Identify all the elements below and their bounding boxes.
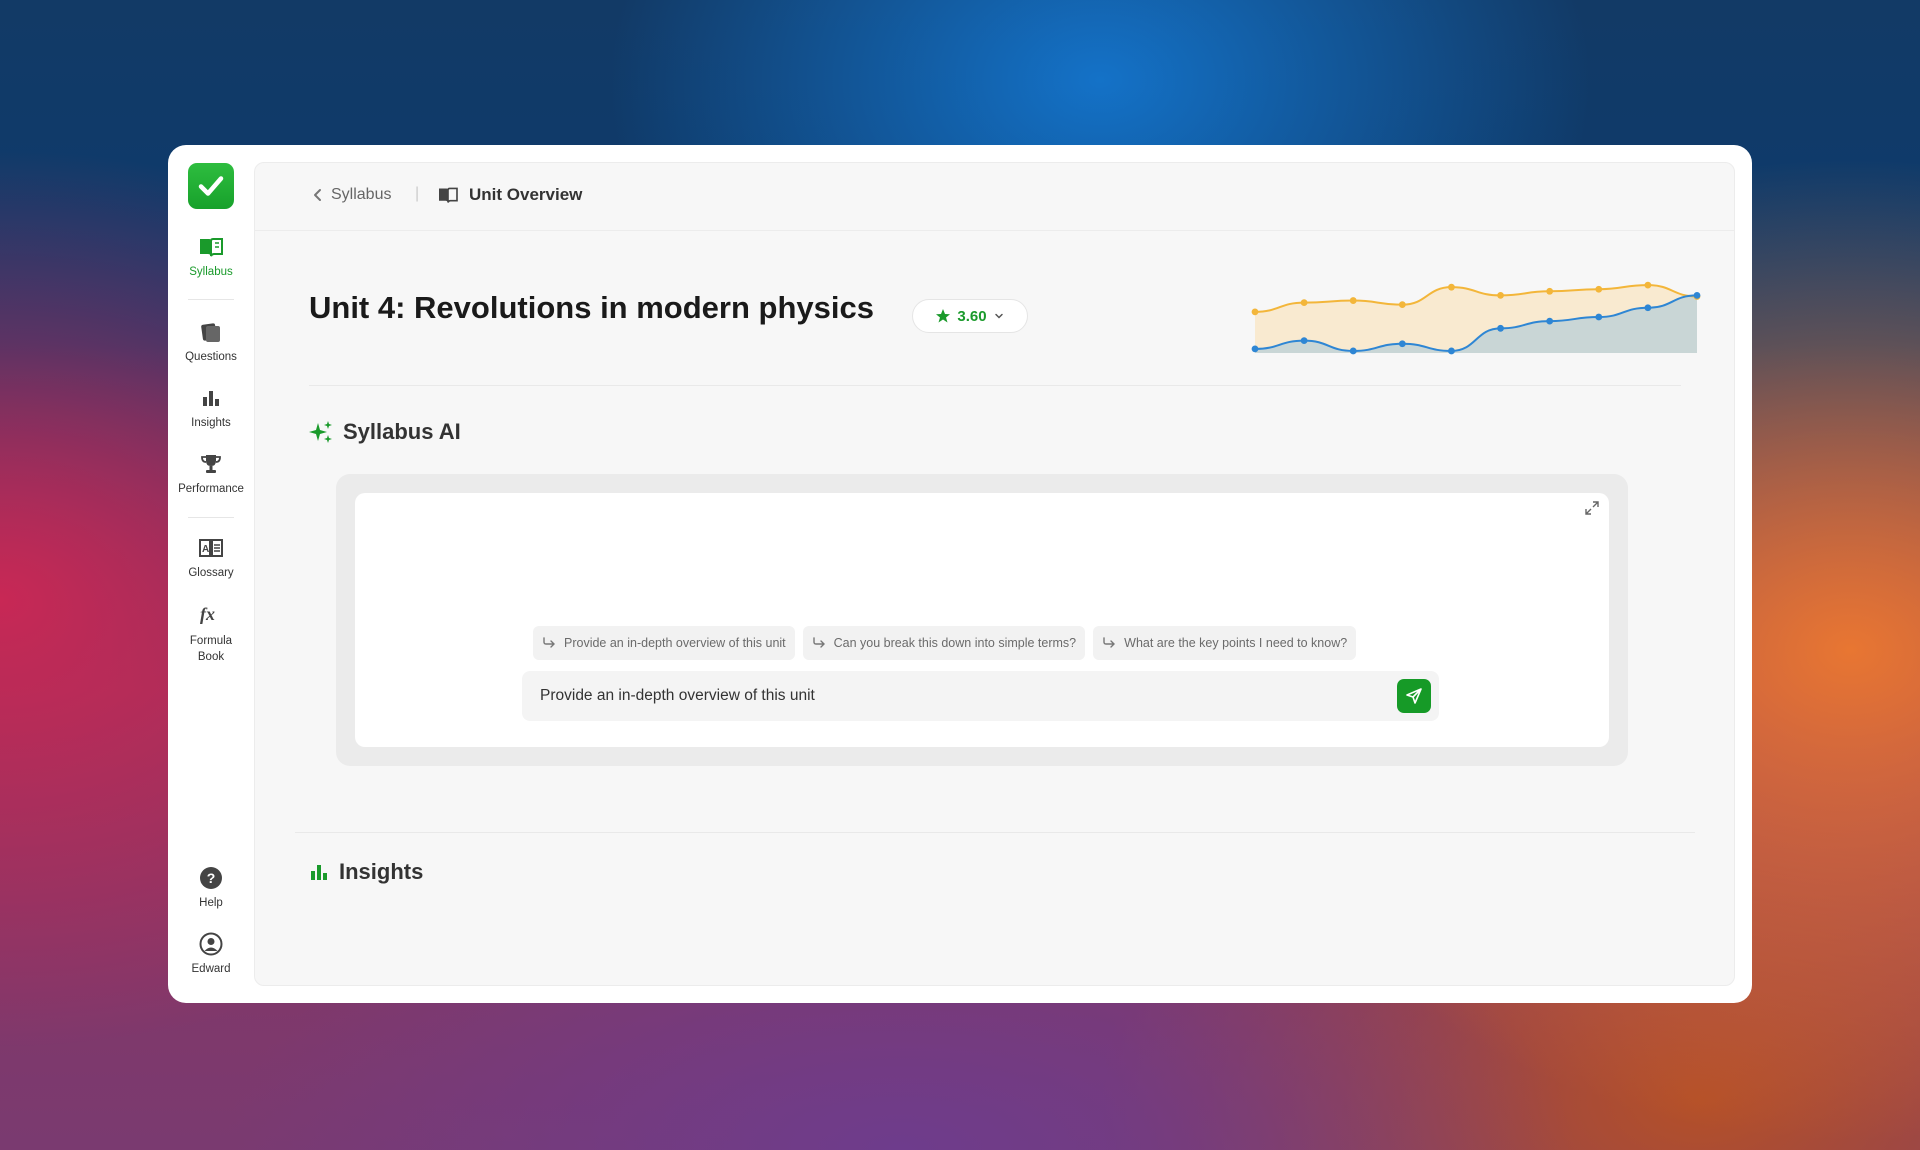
book-open-icon bbox=[439, 187, 458, 203]
data-point bbox=[1546, 287, 1554, 295]
sidebar-item-label: Edward bbox=[191, 963, 231, 975]
suggestion-chip[interactable]: Can you break this down into simple term… bbox=[802, 626, 1086, 660]
bar-chart-icon bbox=[311, 865, 327, 880]
svg-text:fx: fx bbox=[200, 604, 215, 624]
reply-arrow-icon bbox=[543, 637, 555, 648]
divider bbox=[188, 517, 234, 518]
page-title: Unit 4: Revolutions in modern physics bbox=[309, 290, 874, 325]
sidebar-item-performance[interactable]: Performance bbox=[168, 451, 254, 495]
chevron-down-icon bbox=[994, 313, 1003, 319]
sidebar-item-label: Help bbox=[199, 897, 223, 909]
expand-button[interactable] bbox=[1585, 501, 1599, 520]
syllabus-ai-heading: Syllabus AI bbox=[309, 419, 461, 445]
divider bbox=[295, 832, 1695, 833]
sidebar-item-profile[interactable]: Edward bbox=[168, 931, 254, 975]
cards-icon bbox=[168, 319, 254, 345]
sidebar-item-label: Glossary bbox=[188, 567, 234, 579]
divider bbox=[309, 385, 1681, 386]
user-icon bbox=[168, 931, 254, 957]
rating-value: 3.60 bbox=[957, 307, 987, 325]
sparkles-icon bbox=[309, 421, 332, 443]
insights-heading: Insights bbox=[309, 859, 423, 885]
ai-chat-container: Provide an in-depth overview of this uni… bbox=[336, 474, 1628, 766]
ai-prompt-input[interactable] bbox=[522, 671, 1372, 721]
breadcrumb-separator: | bbox=[415, 185, 420, 202]
suggestion-chip[interactable]: What are the key points I need to know? bbox=[1093, 626, 1357, 660]
breadcrumb-back-link[interactable]: Syllabus bbox=[313, 186, 391, 204]
data-point bbox=[1448, 347, 1455, 355]
data-point bbox=[1644, 304, 1652, 312]
help-icon: ? bbox=[168, 865, 254, 891]
sidebar-item-label: Performance bbox=[178, 483, 244, 495]
main-panel: Syllabus | Unit Overview Unit 4: Revolut… bbox=[254, 162, 1735, 986]
breadcrumb-current: Unit Overview bbox=[437, 185, 582, 205]
breadcrumb-back-label: Syllabus bbox=[331, 186, 392, 203]
breadcrumb: Syllabus | Unit Overview bbox=[255, 163, 1734, 231]
data-point bbox=[1300, 299, 1308, 306]
data-point bbox=[1251, 345, 1259, 353]
sidebar-item-glossary[interactable]: A Glossary bbox=[168, 535, 254, 579]
dictionary-icon: A bbox=[168, 535, 254, 561]
book-open-icon bbox=[168, 234, 254, 260]
insights-title: Insights bbox=[339, 859, 424, 884]
data-point bbox=[1546, 317, 1554, 325]
syllabus-ai-title: Syllabus AI bbox=[343, 419, 461, 444]
fx-icon: fx bbox=[168, 601, 254, 627]
svg-text:A: A bbox=[202, 544, 209, 555]
data-point bbox=[1497, 292, 1504, 299]
suggestion-label: Can you break this down into simple term… bbox=[833, 636, 1077, 650]
suggestion-label: Provide an in-depth overview of this uni… bbox=[564, 636, 786, 650]
suggestion-label: What are the key points I need to know? bbox=[1124, 636, 1348, 650]
send-icon bbox=[1406, 688, 1422, 704]
ai-chat-panel: Provide an in-depth overview of this uni… bbox=[355, 493, 1609, 747]
data-point bbox=[1398, 301, 1406, 309]
data-point bbox=[1595, 285, 1603, 293]
bar-chart-icon bbox=[168, 385, 254, 411]
trophy-icon bbox=[168, 451, 254, 477]
progress-sparkline-chart bbox=[1251, 281, 1701, 355]
data-point bbox=[1300, 337, 1308, 345]
data-point bbox=[1595, 313, 1603, 321]
app-window: Syllabus Questions Insights Performance … bbox=[168, 145, 1752, 1003]
sidebar-item-insights[interactable]: Insights bbox=[168, 385, 254, 429]
data-point bbox=[1644, 281, 1652, 289]
data-point bbox=[1349, 297, 1357, 304]
data-point bbox=[1448, 283, 1455, 291]
sidebar: Syllabus Questions Insights Performance … bbox=[168, 145, 254, 1003]
sidebar-item-label: Syllabus bbox=[189, 266, 233, 278]
sidebar-item-questions[interactable]: Questions bbox=[168, 319, 254, 363]
send-button[interactable] bbox=[1397, 679, 1431, 713]
data-point bbox=[1349, 347, 1357, 355]
data-point bbox=[1497, 324, 1504, 332]
suggestion-chip[interactable]: Provide an in-depth overview of this uni… bbox=[533, 626, 795, 660]
chevron-left-icon bbox=[314, 189, 321, 201]
reply-arrow-icon bbox=[1103, 637, 1116, 648]
divider bbox=[188, 299, 234, 300]
app-logo[interactable] bbox=[188, 163, 234, 209]
data-point bbox=[1251, 308, 1259, 316]
checkmark-icon bbox=[198, 176, 224, 196]
ai-input-box bbox=[522, 671, 1439, 721]
sidebar-item-label: Formula Book bbox=[189, 635, 233, 663]
sidebar-item-label: Questions bbox=[185, 351, 237, 363]
breadcrumb-current-label: Unit Overview bbox=[469, 185, 583, 204]
sidebar-item-label: Insights bbox=[191, 417, 231, 429]
reply-arrow-icon bbox=[812, 637, 825, 648]
sidebar-item-syllabus[interactable]: Syllabus bbox=[168, 234, 254, 278]
expand-icon bbox=[1585, 501, 1599, 515]
sidebar-item-help[interactable]: ? Help bbox=[168, 865, 254, 909]
rating-dropdown[interactable]: 3.60 bbox=[912, 299, 1028, 333]
data-point bbox=[1693, 292, 1701, 299]
star-icon bbox=[936, 309, 951, 323]
sidebar-item-formula-book[interactable]: fx Formula Book bbox=[168, 601, 254, 665]
data-point bbox=[1398, 340, 1406, 348]
suggestion-chips: Provide an in-depth overview of this uni… bbox=[533, 626, 1357, 660]
svg-text:?: ? bbox=[207, 870, 216, 886]
